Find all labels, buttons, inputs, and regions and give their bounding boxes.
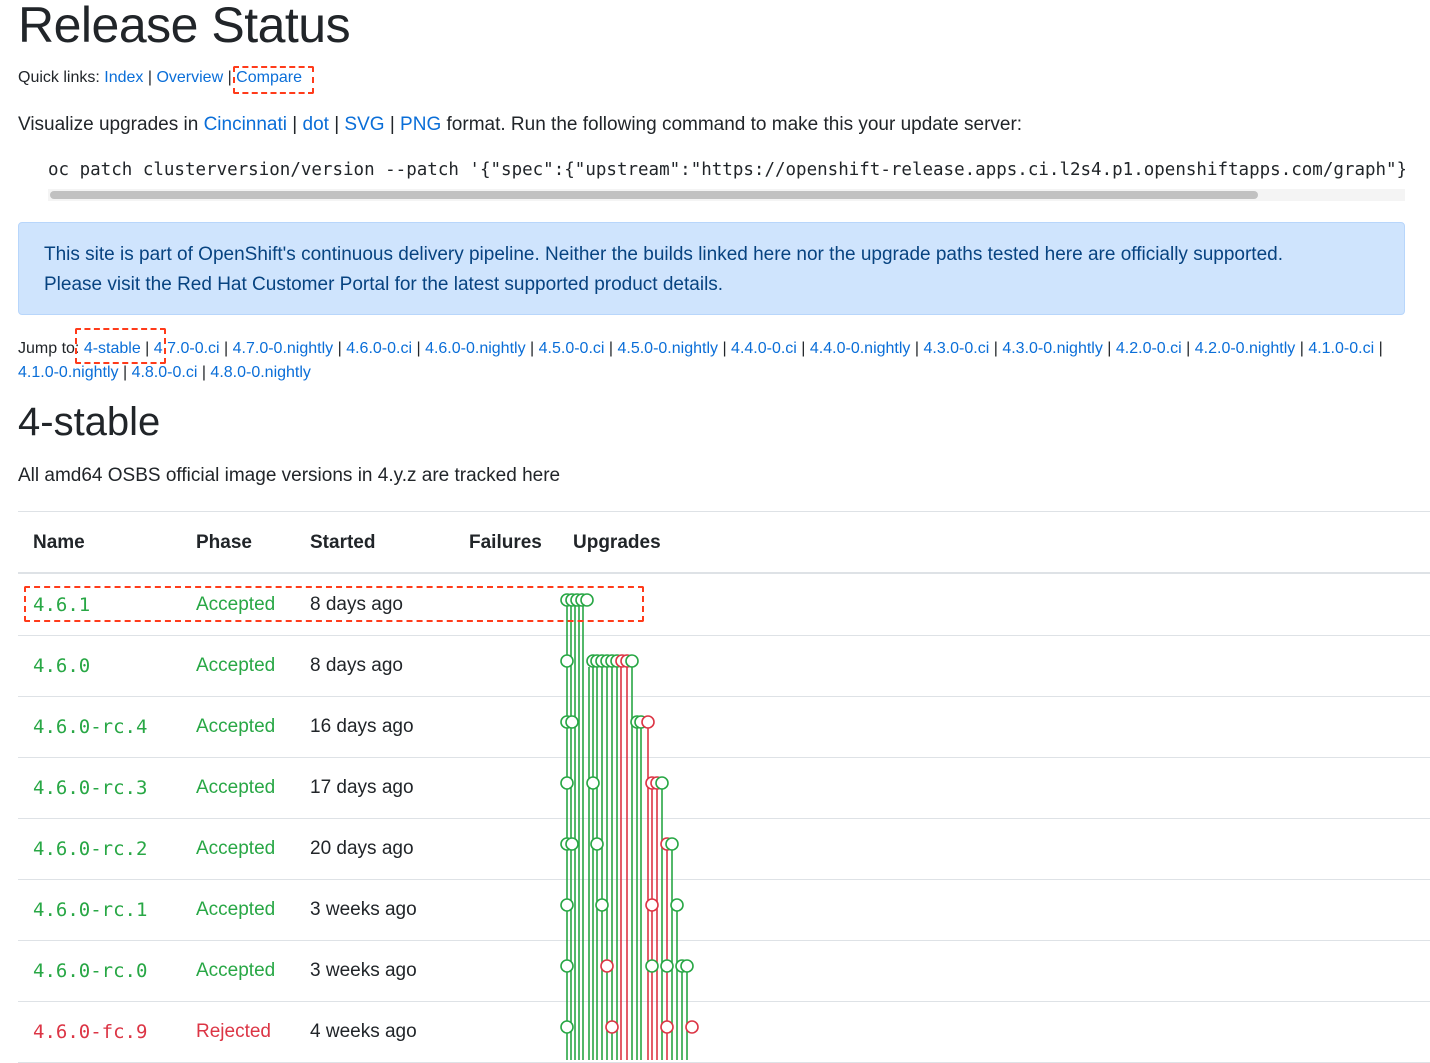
upgrade-node[interactable] [590, 837, 604, 851]
upgrade-node[interactable] [560, 1020, 574, 1034]
upgrade-node[interactable] [645, 959, 659, 973]
upgrade-node[interactable] [665, 837, 679, 851]
upgrade-node[interactable] [625, 654, 639, 668]
upgrade-node[interactable] [580, 593, 594, 607]
upgrade-node[interactable] [660, 959, 674, 973]
upgrade-node[interactable] [680, 959, 694, 973]
upgrade-graph [560, 593, 699, 1060]
upgrade-node[interactable] [685, 1020, 699, 1034]
upgrade-node[interactable] [655, 776, 669, 790]
upgrade-node[interactable] [595, 898, 609, 912]
upgrade-node[interactable] [600, 959, 614, 973]
upgrade-node[interactable] [560, 959, 574, 973]
upgrade-node[interactable] [560, 898, 574, 912]
upgrade-node[interactable] [670, 898, 684, 912]
upgrade-node[interactable] [605, 1020, 619, 1034]
upgrade-node[interactable] [565, 837, 579, 851]
upgrade-node[interactable] [641, 715, 655, 729]
upgrade-node[interactable] [586, 776, 600, 790]
upgrade-node[interactable] [645, 898, 659, 912]
upgrade-node[interactable] [560, 776, 574, 790]
upgrade-node[interactable] [660, 1020, 674, 1034]
upgrade-node[interactable] [565, 715, 579, 729]
upgrade-node[interactable] [560, 654, 574, 668]
